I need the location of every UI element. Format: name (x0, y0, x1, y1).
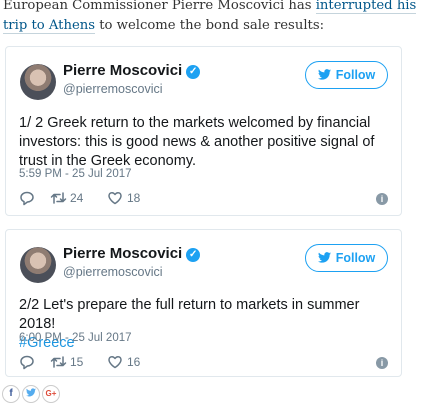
like-button[interactable]: 18 (107, 190, 147, 206)
tweet-text: 2/2 Let's prepare the full return to mar… (19, 296, 394, 353)
avatar[interactable] (20, 247, 56, 283)
like-button[interactable]: 16 (107, 354, 147, 370)
author-name-text: Pierre Moscovici (63, 62, 183, 79)
follow-label: Follow (335, 68, 376, 82)
retweet-count: 15 (70, 355, 84, 369)
tweet-text: 1/ 2 Greek return to the markets welcome… (19, 115, 375, 169)
author-name[interactable]: Pierre Moscovici ✓ (63, 62, 201, 79)
avatar[interactable] (20, 64, 56, 100)
author-handle[interactable]: @pierremoscovici (63, 265, 163, 279)
tweet-timestamp[interactable]: 5:59 PM - 25 Jul 2017 (19, 168, 132, 180)
twitter-bird-icon (26, 388, 36, 397)
retweet-count: 24 (70, 191, 84, 205)
article-text-after: to welcome the bond sale results: (95, 18, 325, 33)
like-count: 18 (127, 191, 141, 205)
reply-button[interactable] (19, 190, 35, 206)
twitter-share-button[interactable] (22, 385, 40, 403)
facebook-icon: f (9, 388, 13, 399)
tweet-timestamp[interactable]: 6:00 PM - 25 Jul 2017 (19, 332, 132, 344)
author-name-text: Pierre Moscovici (63, 245, 183, 262)
reply-button[interactable] (19, 354, 35, 370)
heart-icon (108, 355, 122, 369)
reply-icon (20, 191, 34, 206)
tweet-text-body: 2/2 Let's prepare the full return to mar… (19, 297, 360, 332)
like-count: 16 (127, 355, 141, 369)
author-name[interactable]: Pierre Moscovici ✓ (63, 245, 201, 262)
retweet-icon (50, 192, 67, 204)
retweet-button[interactable]: 15 (50, 354, 95, 370)
verified-badge-icon: ✓ (186, 248, 201, 262)
follow-label: Follow (335, 251, 376, 265)
follow-button[interactable]: Follow (305, 244, 388, 272)
twitter-bird-icon (317, 252, 331, 263)
article-paragraph: European Commissioner Pierre Moscovici h… (3, 0, 423, 36)
google-plus-icon: G+ (45, 389, 57, 398)
verified-badge-icon: ✓ (186, 65, 201, 79)
retweet-button[interactable]: 24 (50, 190, 95, 206)
author-handle[interactable]: @pierremoscovici (63, 82, 163, 96)
facebook-share-button[interactable]: f (2, 385, 20, 403)
article-text-before: European Commissioner Pierre Moscovici h… (3, 0, 316, 13)
heart-icon (108, 191, 122, 205)
info-icon[interactable]: i (376, 193, 388, 205)
retweet-icon (50, 356, 67, 368)
twitter-bird-icon (317, 69, 331, 80)
tweet-card: Pierre Moscovici ✓ @pierremoscovici Follo… (5, 46, 402, 216)
reply-icon (20, 355, 34, 370)
info-icon[interactable]: i (376, 357, 388, 369)
follow-button[interactable]: Follow (305, 61, 388, 89)
tweet-card: Pierre Moscovici ✓ @pierremoscovici Follo… (5, 229, 402, 377)
google-plus-share-button[interactable]: G+ (42, 385, 60, 403)
